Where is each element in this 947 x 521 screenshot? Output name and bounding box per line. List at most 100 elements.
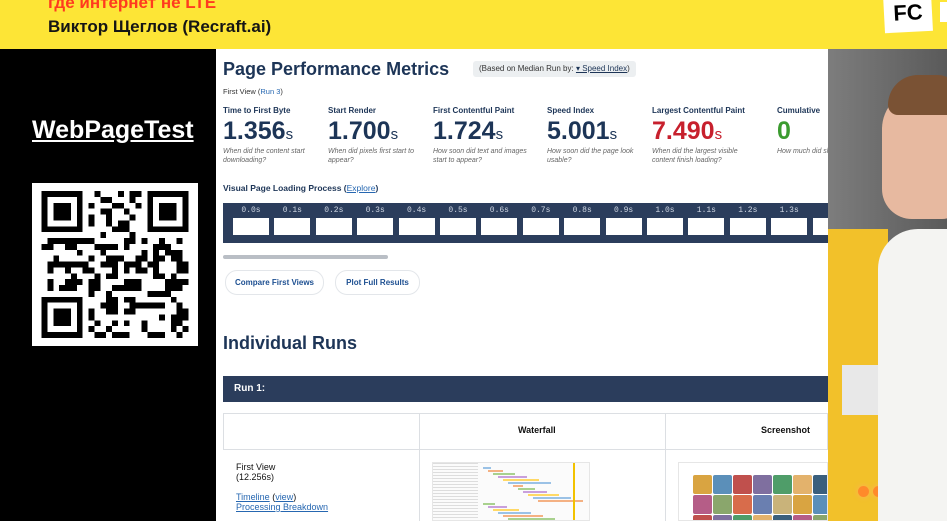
- frame-time: 1.2s: [738, 206, 758, 215]
- logo-fragment: [940, 2, 947, 22]
- video-frame: где интернет не LTE Виктор Щеглов (Recra…: [0, 0, 947, 521]
- talk-title: где интернет не LTE: [48, 0, 217, 12]
- screenshot-tile: [773, 515, 792, 520]
- waterfall-header: Waterfall: [518, 425, 556, 435]
- webpagetest-report: Page Performance Metrics (Based on Media…: [216, 49, 828, 521]
- frame-thumbnail: [274, 218, 311, 235]
- filmstrip[interactable]: 0.0s 0.1s 0.2s 0.3s 0.4s 0.5s 0.6s 0.7s 0.8s 0.9s…: [223, 203, 828, 243]
- frame-thumbnail: [605, 218, 642, 235]
- filmstrip-scrollbar[interactable]: [223, 255, 388, 259]
- screenshot-tile: [793, 475, 812, 494]
- metric-label: First Contentful Paint: [433, 106, 515, 115]
- filmstrip-frame[interactable]: 0.0s: [233, 206, 269, 235]
- frame-thumbnail: [564, 218, 601, 235]
- frame-thumbnail: [729, 218, 766, 235]
- filmstrip-frame[interactable]: 0.6s: [481, 206, 518, 235]
- row-divider: [223, 449, 828, 450]
- frame-thumbnail: [647, 218, 683, 235]
- first-view-run: First View (Run 3): [223, 87, 283, 96]
- metric-value: 1.724s: [433, 117, 504, 145]
- metric-description: When did pixels first start to appear?: [328, 148, 414, 164]
- waterfall-bar: [493, 473, 515, 475]
- waterfall-bar: [513, 485, 523, 487]
- frame-time: 1.1s: [696, 206, 716, 215]
- filmstrip-frame[interactable]: 0.1s: [274, 206, 311, 235]
- frame-time: 0.6s: [489, 206, 509, 215]
- first-view-links: Timeline (view) Processing Breakdown: [236, 492, 329, 512]
- filmstrip-frame[interactable]: 1.0s: [647, 206, 683, 235]
- waterfall-bar: [508, 482, 551, 484]
- screenshot-tile: [793, 495, 812, 514]
- metric-description: How soon did text and images start to ap…: [433, 148, 527, 164]
- screenshot-tile: [813, 475, 827, 494]
- metric-label: Speed Index: [547, 106, 595, 115]
- waterfall-thumbnail[interactable]: [432, 462, 590, 521]
- median-suffix: ): [627, 64, 630, 73]
- frame-thumbnail: [481, 218, 518, 235]
- individual-runs-title: Individual Runs: [223, 333, 358, 353]
- frame-time: 0.1s: [282, 206, 302, 215]
- screenshot-tile: [733, 515, 752, 520]
- filmstrip-frame[interactable]: 1: [812, 206, 828, 235]
- waterfall-bar: [533, 497, 571, 499]
- filmstrip-frame[interactable]: 1.1s: [688, 206, 725, 235]
- frame-time: 0.7s: [531, 206, 551, 215]
- timeline-link[interactable]: Timeline: [236, 492, 270, 502]
- screenshot-tile: [693, 515, 712, 520]
- filmstrip-frame[interactable]: 0.7s: [522, 206, 559, 235]
- filmstrip-frame[interactable]: 0.5s: [440, 206, 476, 235]
- filmstrip-frame[interactable]: 0.2s: [315, 206, 352, 235]
- waterfall-bar: [528, 494, 559, 496]
- frame-thumbnail: [398, 218, 435, 235]
- metric-description: When did the largest visible content fin…: [652, 148, 738, 164]
- screenshot-tile: [813, 495, 827, 514]
- speaker-photo: [828, 49, 947, 521]
- metric-label: Largest Contentful Paint: [652, 106, 745, 115]
- filmstrip-frame[interactable]: 1.2s: [729, 206, 766, 235]
- filmstrip-frame[interactable]: 0.3s: [357, 206, 394, 235]
- metric-cls: Cumulative 0 How much did shift while lo…: [777, 106, 828, 156]
- metric-fcp: First Contentful Paint 1.724s How soon d…: [433, 106, 543, 165]
- compare-first-views-button[interactable]: Compare First Views: [225, 270, 324, 295]
- explore-link[interactable]: Explore: [347, 183, 376, 193]
- filmstrip-frame[interactable]: 0.8s: [564, 206, 601, 235]
- first-view-time: (12.256s): [236, 472, 275, 482]
- frame-thumbnail: [688, 218, 725, 235]
- frame-thumbnail: [233, 218, 269, 235]
- screenshot-tile: [713, 515, 732, 520]
- metric-value: 0: [777, 117, 791, 145]
- frame-time: 1: [813, 206, 828, 215]
- waterfall-bar: [538, 500, 583, 502]
- waterfall-bar: [488, 506, 507, 508]
- frame-thumbnail: [771, 218, 808, 235]
- filmstrip-frame[interactable]: 1.3s: [771, 206, 808, 235]
- screenshot-tile: [753, 475, 772, 494]
- screenshot-tile: [773, 475, 792, 494]
- metric-value: 5.001s: [547, 117, 618, 145]
- metric-value: 1.356s: [223, 117, 294, 145]
- metric-speed-index: Speed Index 5.001s How soon did the page…: [547, 106, 657, 165]
- screenshot-tile: [733, 495, 752, 514]
- filmstrip-frame[interactable]: 0.4s: [398, 206, 435, 235]
- speed-index-sort[interactable]: ▾ Speed Index: [576, 64, 627, 73]
- waterfall-bar: [498, 476, 527, 478]
- metric-description: When did the content start downloading?: [223, 148, 305, 164]
- frame-time: 0.9s: [613, 206, 634, 215]
- screenshot-tile: [733, 475, 752, 494]
- frame-time: 0.0s: [241, 206, 261, 215]
- waterfall-bar: [503, 515, 543, 517]
- screenshot-thumbnail[interactable]: [678, 462, 828, 521]
- waterfall-bar: [503, 479, 539, 481]
- frame-thumbnail: [812, 218, 828, 235]
- metric-label: Time to First Byte: [223, 106, 291, 115]
- filmstrip-frame[interactable]: 0.9s: [605, 206, 642, 235]
- waterfall-bar: [523, 491, 547, 493]
- processing-breakdown-link[interactable]: Processing Breakdown: [236, 502, 328, 512]
- plot-full-results-button[interactable]: Plot Full Results: [335, 270, 420, 295]
- run-3-link[interactable]: Run 3: [260, 87, 280, 96]
- median-run-selector[interactable]: (Based on Median Run by: ▾ Speed Index): [473, 61, 636, 77]
- screenshot-tile: [713, 475, 732, 494]
- view-link[interactable]: view: [275, 492, 293, 502]
- screenshot-tile: [813, 515, 827, 520]
- frame-time: 1.3s: [779, 206, 799, 215]
